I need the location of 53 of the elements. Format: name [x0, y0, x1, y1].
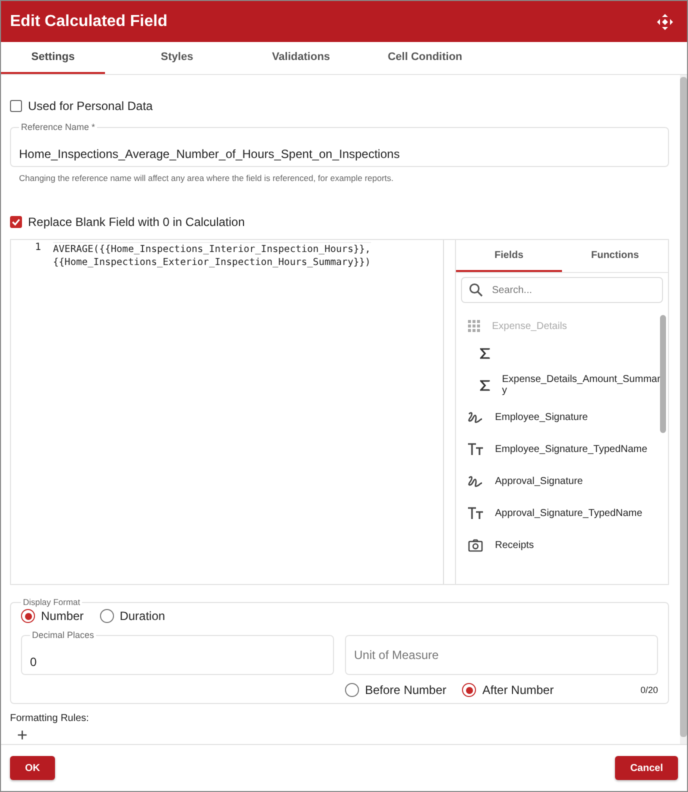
text-type-icon	[468, 443, 483, 455]
code-line: AVERAGE({{Home_Inspections_Interior_Inspection_Hours}},	[53, 243, 371, 256]
field-list-item[interactable]: Employee_Signature_TypedName	[456, 433, 668, 465]
character-counter: 0/20	[640, 685, 658, 695]
search-field[interactable]: Search...	[461, 277, 663, 303]
checkbox-label: Replace Blank Field with 0 in Calculation	[28, 215, 245, 229]
move-icon[interactable]	[657, 14, 673, 30]
field-list-item[interactable]: Employee_Signature	[456, 401, 668, 433]
signature-icon	[468, 474, 483, 488]
search-icon	[469, 283, 483, 297]
checkbox[interactable]	[10, 100, 22, 112]
field-list-item[interactable]: Receipts	[456, 529, 668, 561]
camera-icon	[468, 538, 483, 552]
text-type-icon	[468, 507, 483, 519]
scrollbar[interactable]	[660, 315, 666, 433]
scrollbar[interactable]	[680, 77, 687, 737]
tab[interactable]: Styles	[125, 42, 229, 74]
tab[interactable]: Fields	[456, 240, 562, 272]
radio-button[interactable]	[345, 683, 359, 697]
radio-label: Number	[41, 609, 84, 623]
unit-of-measure-field[interactable]: Unit of Measure	[345, 635, 658, 675]
window-title: Edit Calculated Field	[10, 12, 168, 30]
checkbox-label: Used for Personal Data	[28, 99, 153, 113]
radio-button[interactable]	[21, 609, 35, 623]
tab[interactable]: Validations	[249, 42, 353, 74]
field-value: Home_Inspections_Average_Number_of_Hours_Spent_on_Inspections	[19, 147, 400, 161]
sigma-icon	[480, 380, 490, 390]
cancel-button[interactable]: Cancel	[615, 756, 678, 780]
add-button[interactable]: +	[10, 726, 28, 744]
field-list-item[interactable]: Approval_Signature_TypedName	[456, 497, 668, 529]
radio-button[interactable]	[462, 683, 476, 697]
checkbox[interactable]	[10, 216, 22, 228]
ok-button[interactable]: OK	[10, 756, 55, 780]
field-label: Decimal Places	[30, 630, 96, 640]
sigma-icon	[480, 348, 490, 358]
section-label: Formatting Rules:	[10, 713, 90, 724]
line-number: 1	[34, 242, 41, 253]
code-editor[interactable]: 1 AVERAGE({{Home_Inspections_Interior_Inspection_Hours}}, {{Home_Inspections_Exterior_Inspection_Hours_Summary}})	[11, 240, 444, 584]
tab[interactable]: Cell Condition	[373, 42, 477, 74]
tab[interactable]: Settings	[1, 42, 105, 74]
field-label: Reference Name *	[19, 122, 98, 132]
radio-label: Before Number	[365, 683, 446, 697]
radio-label: After Number	[482, 683, 554, 697]
helper-text: Changing the reference name will affect any area where the field is referenced, for example reports.	[19, 173, 395, 183]
radio-button[interactable]	[100, 609, 114, 623]
code-line: {{Home_Inspections_Exterior_Inspection_Hours_Summary}})	[53, 256, 371, 269]
grid-icon	[468, 320, 480, 332]
signature-icon	[468, 410, 483, 424]
radio-label: Duration	[120, 609, 166, 623]
group-legend: Display Format	[21, 597, 82, 607]
field-value: 0	[30, 655, 37, 669]
tab[interactable]: Functions	[562, 240, 668, 272]
field-list-item[interactable]: Approval_Signature	[456, 465, 668, 497]
